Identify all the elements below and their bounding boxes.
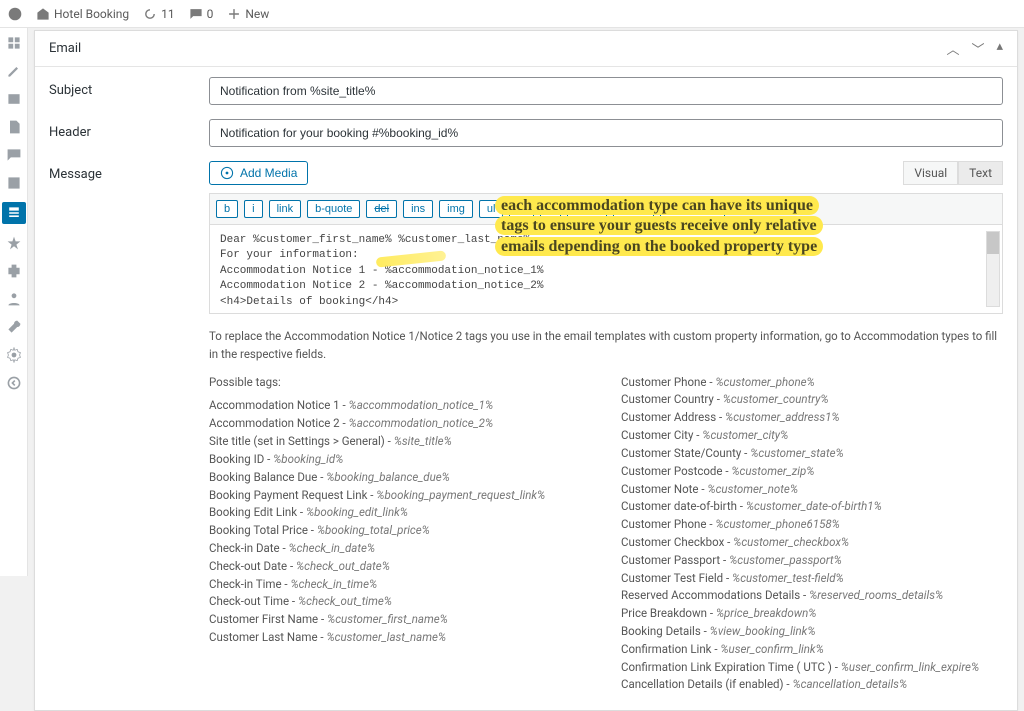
qt-b[interactable]: b <box>216 200 238 218</box>
panel-down-icon[interactable]: ﹀ <box>971 39 984 58</box>
site-name-text: Hotel Booking <box>54 7 129 21</box>
tag-row: Customer Passport - %customer_passport% <box>621 552 1003 570</box>
tag-row: Booking ID - %booking_id% <box>209 451 591 469</box>
tag-row: Check-in Time - %check_in_time% <box>209 576 591 594</box>
tag-row: Accommodation Notice 2 - %accommodation_… <box>209 415 591 433</box>
tag-row: Check-in Date - %check_in_date% <box>209 540 591 558</box>
qt-ul[interactable]: ul <box>479 200 504 218</box>
tag-row: Booking Payment Request Link - %booking_… <box>209 487 591 505</box>
qt-link[interactable]: link <box>269 200 302 218</box>
tag-row: Customer date-of-birth - %customer_date-… <box>621 498 1003 516</box>
tag-row: Customer Checkbox - %customer_checkbox% <box>621 534 1003 552</box>
sidebar-item-pages[interactable] <box>5 118 23 136</box>
tag-row: Confirmation Link Expiration Time ( UTC … <box>621 659 1003 677</box>
help-intro: To replace the Accommodation Notice 1/No… <box>209 328 1003 364</box>
sidebar-item-dashboard[interactable] <box>5 34 23 52</box>
panel-header: Email ︿ ﹀ ▴ <box>35 31 1017 67</box>
tab-text[interactable]: Text <box>958 161 1003 185</box>
tags-col-right: Customer Phone - %customer_phone%Custome… <box>621 374 1003 695</box>
qt-code[interactable]: code <box>567 200 607 218</box>
tag-row: Price Breakdown - %price_breakdown% <box>621 605 1003 623</box>
header-label: Header <box>49 119 139 140</box>
tags-col-left: Possible tags: Accommodation Notice 1 - … <box>209 374 591 695</box>
qt-img[interactable]: img <box>439 200 473 218</box>
message-textarea[interactable]: Dear %customer_first_name% %customer_las… <box>209 224 1003 314</box>
tag-row: Customer Last Name - %customer_last_name… <box>209 629 591 647</box>
tag-row: Reserved Accommodations Details - %reser… <box>621 587 1003 605</box>
sidebar-item-plugins[interactable] <box>5 262 23 280</box>
tag-row: Customer Country - %customer_country% <box>621 391 1003 409</box>
subject-input[interactable] <box>209 77 1003 105</box>
wp-logo[interactable] <box>8 7 22 21</box>
quicktags-toolbar: b i link b-quote del ins img ul ol li co… <box>209 193 1003 224</box>
tag-row: Booking Details - %view_booking_link% <box>621 623 1003 641</box>
sidebar-item-tools[interactable] <box>5 318 23 336</box>
possible-tags-label: Possible tags: <box>209 374 591 392</box>
admin-bar: Hotel Booking 11 0 New <box>0 0 1024 28</box>
sidebar-item-accommodation[interactable] <box>5 174 23 192</box>
tag-row: Customer State/County - %customer_state% <box>621 445 1003 463</box>
tag-row: Site title (set in Settings > General) -… <box>209 433 591 451</box>
comments-count[interactable]: 0 <box>189 7 214 21</box>
tag-row: Customer Postcode - %customer_zip% <box>621 463 1003 481</box>
tag-row: Customer Phone - %customer_phone% <box>621 374 1003 392</box>
tag-row: Check-out Time - %check_out_time% <box>209 593 591 611</box>
subject-label: Subject <box>49 77 139 98</box>
editor-scrollbar[interactable] <box>986 231 1000 307</box>
tag-row: Confirmation Link - %user_confirm_link% <box>621 641 1003 659</box>
qt-more[interactable]: more <box>613 200 654 218</box>
updates-count[interactable]: 11 <box>143 7 175 21</box>
sidebar-item-users[interactable] <box>5 290 23 308</box>
tag-row: Customer Phone - %customer_phone6158% <box>621 516 1003 534</box>
tag-row: Booking Edit Link - %booking_edit_link% <box>209 504 591 522</box>
qt-bquote[interactable]: b-quote <box>307 200 360 218</box>
new-content[interactable]: New <box>227 7 269 21</box>
email-panel: Email ︿ ﹀ ▴ Subject Header Message Add M… <box>34 30 1018 711</box>
add-media-button[interactable]: Add Media <box>209 161 308 185</box>
header-input[interactable] <box>209 119 1003 147</box>
sidebar-item-posts[interactable] <box>5 62 23 80</box>
qt-i[interactable]: i <box>244 200 262 218</box>
message-label: Message <box>49 161 139 182</box>
panel-up-icon[interactable]: ︿ <box>946 39 959 58</box>
sidebar-item-bookings[interactable] <box>2 202 26 224</box>
tag-row: Customer Address - %customer_address1% <box>621 409 1003 427</box>
tab-visual[interactable]: Visual <box>903 161 958 185</box>
tag-row: Customer Test Field - %customer_test-fie… <box>621 570 1003 588</box>
site-name[interactable]: Hotel Booking <box>36 7 129 21</box>
sidebar-item-media[interactable] <box>5 90 23 108</box>
qt-li[interactable]: li <box>540 200 561 218</box>
panel-title: Email <box>49 41 81 56</box>
tag-row: Accommodation Notice 1 - %accommodation_… <box>209 397 591 415</box>
sidebar-item-appearance[interactable] <box>5 234 23 252</box>
sidebar-item-settings[interactable] <box>5 346 23 364</box>
help-section: To replace the Accommodation Notice 1/No… <box>209 328 1003 694</box>
wp-sidebar <box>0 28 28 576</box>
sidebar-collapse[interactable] <box>5 374 23 392</box>
qt-ins[interactable]: ins <box>403 200 433 218</box>
tag-row: Customer Note - %customer_note% <box>621 481 1003 499</box>
tag-row: Check-out Date - %check_out_date% <box>209 558 591 576</box>
tag-row: Customer First Name - %customer_first_na… <box>209 611 591 629</box>
sidebar-item-comments[interactable] <box>5 146 23 164</box>
tag-row: Booking Balance Due - %booking_balance_d… <box>209 469 591 487</box>
tag-row: Booking Total Price - %booking_total_pri… <box>209 522 591 540</box>
tag-row: Cancellation Details (if enabled) - %can… <box>621 676 1003 694</box>
panel-toggle-icon[interactable]: ▴ <box>996 39 1003 58</box>
qt-close[interactable]: close tags <box>660 200 726 218</box>
qt-ol[interactable]: ol <box>509 200 534 218</box>
tag-row: Customer City - %customer_city% <box>621 427 1003 445</box>
qt-del[interactable]: del <box>366 200 397 218</box>
